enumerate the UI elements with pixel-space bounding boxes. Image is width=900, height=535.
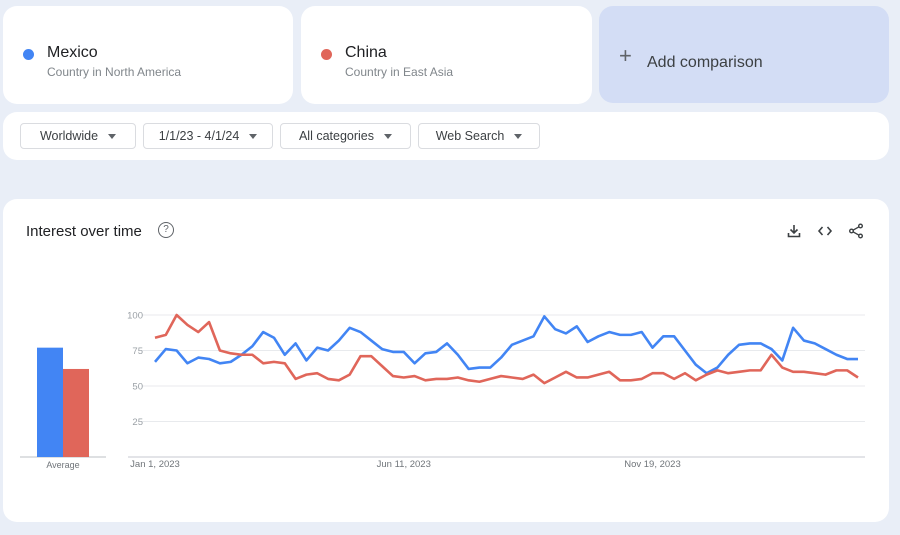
y-tick-label: 75 xyxy=(132,346,143,357)
y-tick-label: 100 xyxy=(127,311,143,322)
y-tick-label: 50 xyxy=(132,382,143,393)
x-tick-label: Jan 1, 2023 xyxy=(130,459,180,470)
series-line-china xyxy=(154,313,859,385)
average-bar-china xyxy=(63,368,89,457)
x-tick-label: Jun 11, 2023 xyxy=(377,459,431,470)
average-bar-mexico xyxy=(37,347,63,457)
x-tick-label: Nov 19, 2023 xyxy=(624,459,681,470)
series-line-mexico xyxy=(154,315,858,375)
average-label: Average xyxy=(46,460,79,470)
y-tick-label: 25 xyxy=(132,417,143,428)
interest-chart[interactable]: 100 75 50 25 Jan 1, 2023 Jun 11, 2023 Nov 19, … xyxy=(0,0,900,535)
